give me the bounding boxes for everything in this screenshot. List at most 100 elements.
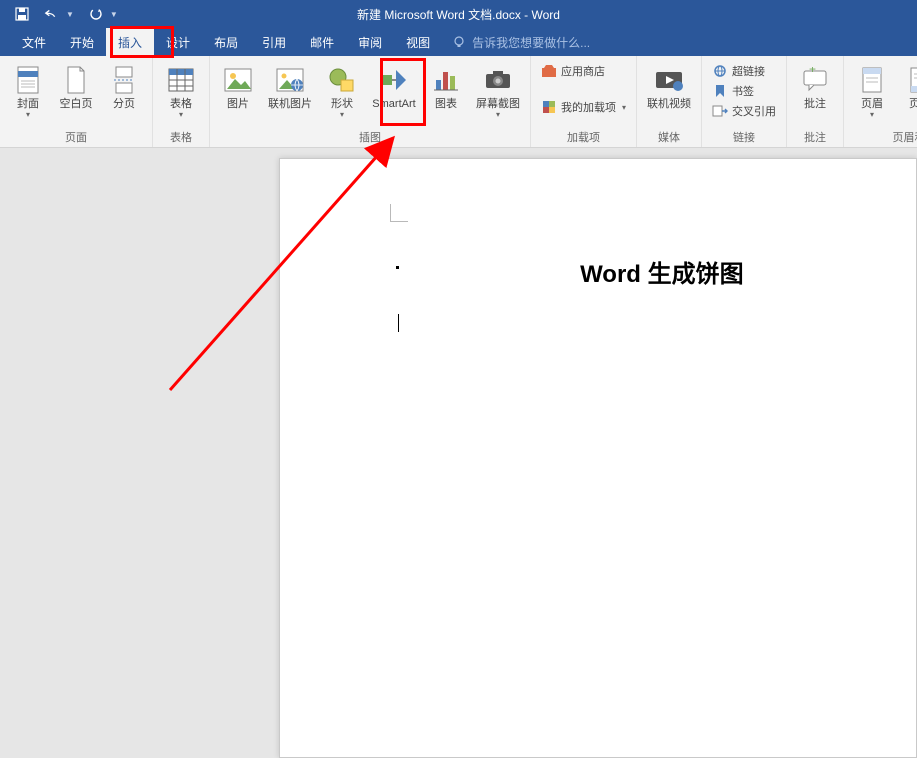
group-links: 超链接 书签 交叉引用 链接 (702, 56, 787, 147)
smartart-icon (378, 64, 410, 96)
tab-insert[interactable]: 插入 (106, 28, 154, 56)
tab-home[interactable]: 开始 (58, 28, 106, 56)
store-button[interactable]: 应用商店 (537, 62, 630, 80)
shapes-label: 形状 (331, 98, 353, 110)
bookmark-button[interactable]: 书签 (708, 82, 780, 100)
document-heading: Word 生成饼图 (580, 254, 744, 289)
undo-dropdown-icon[interactable]: ▼ (66, 10, 74, 19)
anchor-dot (396, 266, 399, 269)
group-comments-label: 批注 (804, 129, 826, 145)
chevron-down-icon: ▾ (496, 110, 500, 119)
bookmark-icon (712, 83, 728, 99)
group-headerfooter-label: 页眉和页脚 (893, 129, 917, 145)
online-video-icon (653, 64, 685, 96)
screenshot-icon (482, 64, 514, 96)
group-headerfooter: 页眉 ▾ 页脚 ▾ # 页码 ▾ 页眉和页脚 (844, 56, 917, 147)
left-gutter (0, 148, 279, 530)
screenshot-button[interactable]: 屏幕截图 ▾ (472, 60, 524, 119)
header-icon (856, 64, 888, 96)
store-label: 应用商店 (561, 63, 605, 79)
comment-button[interactable]: + 批注 (793, 60, 837, 110)
hyperlink-label: 超链接 (732, 63, 765, 79)
tab-mailings[interactable]: 邮件 (298, 28, 346, 56)
cover-page-button[interactable]: 封面 ▾ (6, 60, 50, 119)
tab-design[interactable]: 设计 (154, 28, 202, 56)
header-button[interactable]: 页眉 ▾ (850, 60, 894, 119)
qat-customize-icon[interactable]: ▼ (110, 10, 118, 19)
picture-label: 图片 (227, 98, 249, 110)
redo-icon[interactable] (88, 6, 104, 22)
ribbon-tabs: 文件 开始 插入 设计 布局 引用 邮件 审阅 视图 告诉我您想要做什么... (0, 28, 917, 56)
crossref-label: 交叉引用 (732, 103, 776, 119)
group-pages-label: 页面 (65, 129, 87, 145)
online-video-button[interactable]: 联机视频 (643, 60, 695, 110)
title-bar: ▼ ▼ 新建 Microsoft Word 文档.docx - Word (0, 0, 917, 28)
comment-icon: + (799, 64, 831, 96)
online-video-label: 联机视频 (647, 98, 691, 110)
group-addins: 应用商店 我的加载项 ▾ 加载项 (531, 56, 637, 147)
group-tables-label: 表格 (170, 129, 192, 145)
lightbulb-icon (452, 35, 466, 49)
comment-label: 批注 (804, 98, 826, 110)
undo-icon[interactable] (44, 6, 60, 22)
text-cursor (398, 314, 399, 332)
footer-icon (904, 64, 917, 96)
store-icon (541, 63, 557, 79)
online-picture-label: 联机图片 (268, 98, 312, 110)
tell-me-search[interactable]: 告诉我您想要做什么... (452, 28, 590, 56)
page-break-button[interactable]: 分页 (102, 60, 146, 110)
tab-view[interactable]: 视图 (394, 28, 442, 56)
shapes-button[interactable]: 形状 ▾ (320, 60, 364, 119)
tell-me-placeholder: 告诉我您想要做什么... (472, 34, 590, 51)
screenshot-label: 屏幕截图 (476, 98, 520, 110)
hyperlink-button[interactable]: 超链接 (708, 62, 780, 80)
picture-button[interactable]: 图片 (216, 60, 260, 110)
smartart-button[interactable]: SmartArt (368, 60, 420, 110)
blank-page-label: 空白页 (60, 98, 93, 110)
blank-page-icon (60, 64, 92, 96)
chart-label: 图表 (435, 98, 457, 110)
quick-access-toolbar: ▼ ▼ (0, 6, 118, 22)
tab-layout[interactable]: 布局 (202, 28, 250, 56)
online-picture-button[interactable]: 联机图片 (264, 60, 316, 110)
header-label: 页眉 (861, 98, 883, 110)
footer-button[interactable]: 页脚 ▾ (898, 60, 917, 119)
window-title: 新建 Microsoft Word 文档.docx - Word (357, 6, 560, 23)
cover-page-label: 封面 (17, 98, 39, 110)
cover-page-icon (12, 64, 44, 96)
save-icon[interactable] (14, 6, 30, 22)
ribbon: 封面 ▾ 空白页 分页 页面 (0, 56, 917, 148)
tab-review[interactable]: 审阅 (346, 28, 394, 56)
group-media-label: 媒体 (658, 129, 680, 145)
document-area: Word 生成饼图 (0, 148, 917, 530)
page-break-label: 分页 (113, 98, 135, 110)
document-page[interactable]: Word 生成饼图 (279, 158, 917, 758)
group-links-label: 链接 (733, 129, 755, 145)
my-addins-button[interactable]: 我的加载项 ▾ (537, 98, 630, 116)
smartart-label: SmartArt (372, 98, 415, 110)
group-media: 联机视频 媒体 (637, 56, 702, 147)
tab-file[interactable]: 文件 (10, 28, 58, 56)
table-button[interactable]: 表格 ▾ (159, 60, 203, 119)
footer-label: 页脚 (909, 98, 917, 110)
crossref-icon (712, 103, 728, 119)
group-addins-label: 加载项 (567, 129, 600, 145)
blank-page-button[interactable]: 空白页 (54, 60, 98, 110)
addins-icon (541, 99, 557, 115)
group-illustrations-label: 插图 (359, 129, 381, 145)
tab-references[interactable]: 引用 (250, 28, 298, 56)
chevron-down-icon: ▾ (26, 110, 30, 119)
group-pages: 封面 ▾ 空白页 分页 页面 (0, 56, 153, 147)
group-illustrations: 图片 联机图片 形状 ▾ SmartArt (210, 56, 531, 147)
crossref-button[interactable]: 交叉引用 (708, 102, 780, 120)
online-picture-icon (274, 64, 306, 96)
group-comments: + 批注 批注 (787, 56, 844, 147)
shapes-icon (326, 64, 358, 96)
my-addins-label: 我的加载项 (561, 99, 616, 115)
hyperlink-icon (712, 63, 728, 79)
chevron-down-icon: ▾ (622, 103, 626, 112)
chevron-down-icon: ▾ (870, 110, 874, 119)
chart-button[interactable]: 图表 (424, 60, 468, 110)
table-label: 表格 (170, 98, 192, 110)
chevron-down-icon: ▾ (179, 110, 183, 119)
